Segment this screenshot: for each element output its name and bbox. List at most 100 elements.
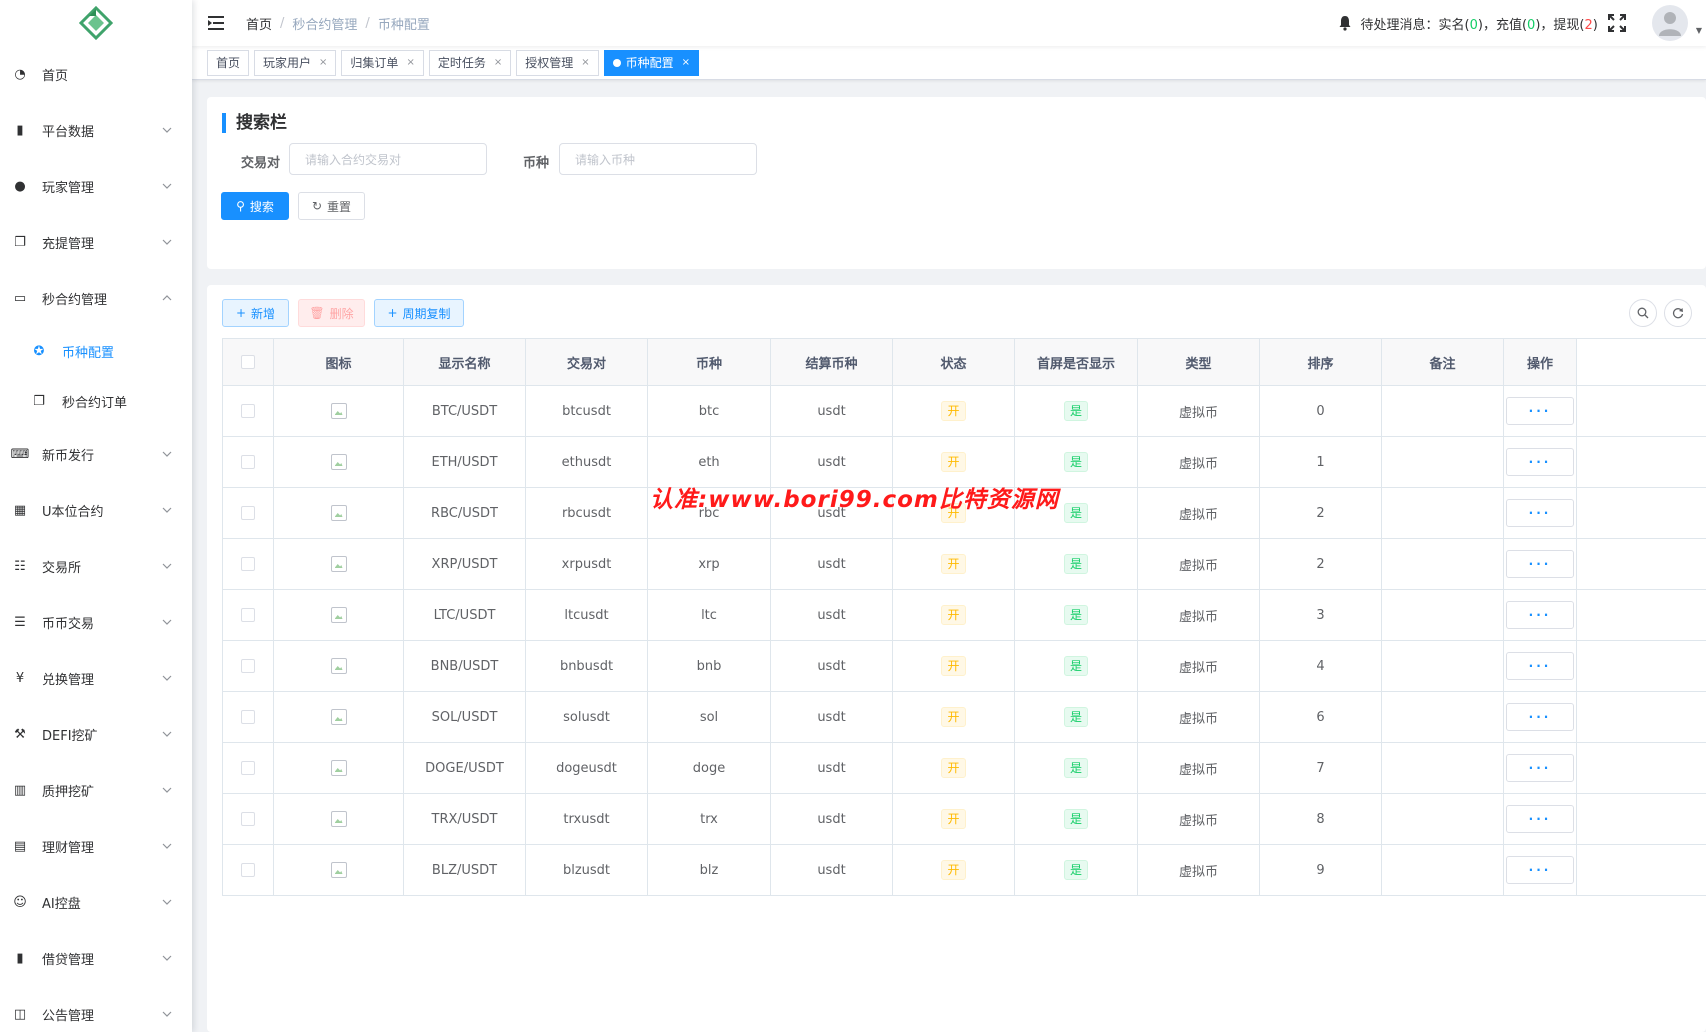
chevron-down-icon [162,785,172,795]
menu-item[interactable]: ☷ 交易所 [0,538,192,594]
broken-image-icon [330,658,347,674]
cycle-copy-button[interactable]: + 周期复制 [374,299,464,327]
close-icon[interactable]: × [406,57,414,68]
more-actions-button[interactable]: ··· [1506,703,1574,731]
menu-item[interactable]: ☰ 币币交易 [0,594,192,650]
tab-tag[interactable]: 币种配置 × [603,49,700,76]
menu-item[interactable]: ▦ U本位合约 [0,482,192,538]
submenu-item[interactable]: ✪ 币种配置 [0,326,192,376]
more-actions-button[interactable]: ··· [1506,448,1574,476]
more-actions-button[interactable]: ··· [1506,550,1574,578]
more-actions-button[interactable]: ··· [1506,397,1574,425]
tab-tag[interactable]: 授权管理 × [516,49,599,76]
more-actions-button[interactable]: ··· [1506,499,1574,527]
reset-button[interactable]: ↻ 重置 [298,192,365,220]
cell-settle-coin: usdt [771,692,893,742]
row-checkbox[interactable] [241,863,255,877]
more-actions-button[interactable]: ··· [1506,754,1574,782]
coin-input[interactable]: 请输入币种 [559,143,757,175]
chevron-down-icon [162,841,172,851]
cell-type: 虚拟币 [1138,488,1260,538]
menu-item[interactable]: ▥ 质押挖矿 [0,762,192,818]
menu-item[interactable]: ⌨ 新币发行 [0,426,192,482]
active-dot-icon [612,58,621,67]
menu-item[interactable]: ◫ 公告管理 [0,986,192,1032]
table-row[interactable]: BLZ/USDT blzusdt blz usdt 开是虚拟币 9 ··· [223,845,1706,896]
menu-item[interactable]: ¥ 兑换管理 [0,650,192,706]
more-actions-button[interactable]: ··· [1506,601,1574,629]
row-checkbox[interactable] [241,659,255,673]
close-icon[interactable]: × [319,57,327,68]
row-checkbox[interactable] [241,761,255,775]
pair-input[interactable]: 请输入合约交易对 [289,143,487,175]
tab-tag[interactable]: 定时任务 × [428,49,512,76]
cell-pair: trxusdt [526,794,648,844]
tab-tag[interactable]: 首页 [207,49,250,76]
toggle-search-button[interactable] [1629,299,1657,327]
tab-tag[interactable]: 玩家用户 × [254,49,337,76]
menu-item[interactable]: ▤ 理财管理 [0,818,192,874]
row-checkbox[interactable] [241,812,255,826]
hamburger-icon[interactable] [208,16,224,30]
logo[interactable] [0,0,192,46]
broken-image-icon [330,811,347,827]
row-checkbox[interactable] [241,506,255,520]
cell-remark [1382,437,1504,487]
fullscreen-icon[interactable] [1607,14,1626,32]
close-icon[interactable]: × [682,57,690,68]
row-checkbox[interactable] [241,455,255,469]
menu-item[interactable]: ☺ AI控盘 [0,874,192,930]
header-home-show: 首屏是否显示 [1015,339,1138,385]
row-checkbox[interactable] [241,404,255,418]
document-icon: ▤ [13,838,27,854]
table-card: + 新增 🗑 删除 + 周期复制 图标 显示名称 交易对 币种 结算币种 状态 首屏是… [207,285,1706,1032]
cell-display-name: TRX/USDT [404,794,526,844]
row-checkbox[interactable] [241,557,255,571]
chevron-down-icon [162,449,172,459]
refresh-table-button[interactable] [1664,299,1692,327]
row-checkbox[interactable] [241,608,255,622]
menu-item-label: U本位合约 [42,504,104,520]
close-icon[interactable]: × [494,57,502,68]
menu-item[interactable]: ❐ 充提管理 [0,214,192,270]
table-row[interactable]: DOGE/USDT dogeusdt doge usdt 开是虚拟币 7 ··· [223,743,1706,794]
row-checkbox[interactable] [241,710,255,724]
cell-remark [1382,794,1504,844]
avatar[interactable] [1651,5,1688,41]
select-all-checkbox[interactable] [241,355,255,369]
cell-actions: ··· [1504,845,1577,895]
header-select-all [223,339,274,385]
more-actions-button[interactable]: ··· [1506,856,1574,884]
more-actions-button[interactable]: ··· [1506,652,1574,680]
menu-item[interactable]: ▮ 借贷管理 [0,930,192,986]
menu-item[interactable]: ⚒ DEFI挖矿 [0,706,192,762]
add-button[interactable]: + 新增 [222,299,289,327]
cell-icon [274,488,404,538]
table-row[interactable]: XRP/USDT xrpusdt xrp usdt 开是虚拟币 2 ··· [223,539,1706,590]
submenu-item[interactable]: ❐ 秒合约订单 [0,376,192,426]
table-row[interactable]: LTC/USDT ltcusdt ltc usdt 开是虚拟币 3 ··· [223,590,1706,641]
table-row[interactable]: TRX/USDT trxusdt trx usdt 开是虚拟币 8 ··· [223,794,1706,845]
robot-icon: ☺ [13,894,27,910]
tab-tag[interactable]: 归集订单 × [341,49,424,76]
more-actions-button[interactable]: ··· [1506,805,1574,833]
menu-item[interactable]: ● 玩家管理 [0,158,192,214]
caret-down-icon[interactable]: ▼ [1696,26,1702,35]
table-row[interactable]: BTC/USDT btcusdt btc usdt 开是虚拟币 0 ··· [223,386,1706,437]
breadcrumb-home[interactable]: 首页 [246,14,272,33]
pending-notice[interactable]: 待处理消息：实名(0)，充值(0)，提现(2) [1361,14,1598,33]
table-row[interactable]: BNB/USDT bnbusdt bnb usdt 开是虚拟币 4 ··· [223,641,1706,692]
broken-image-icon [330,403,347,419]
status-badge: 开 [941,605,966,625]
cell-select [223,488,274,538]
submenu-item-label: 秒合约订单 [62,395,128,411]
menu-item[interactable]: ▮ 平台数据 [0,102,192,158]
search-button[interactable]: ⚲ 搜索 [221,192,289,220]
delete-button[interactable]: 🗑 删除 [298,299,365,327]
table-row[interactable]: SOL/USDT solusdt sol usdt 开是虚拟币 6 ··· [223,692,1706,743]
menu-item[interactable]: ◔ 首页 [0,46,192,102]
open-book-icon: ◫ [13,1006,27,1022]
bell-icon[interactable] [1337,15,1353,31]
close-icon[interactable]: × [581,57,589,68]
menu-item[interactable]: ▭ 秒合约管理 [0,270,192,326]
